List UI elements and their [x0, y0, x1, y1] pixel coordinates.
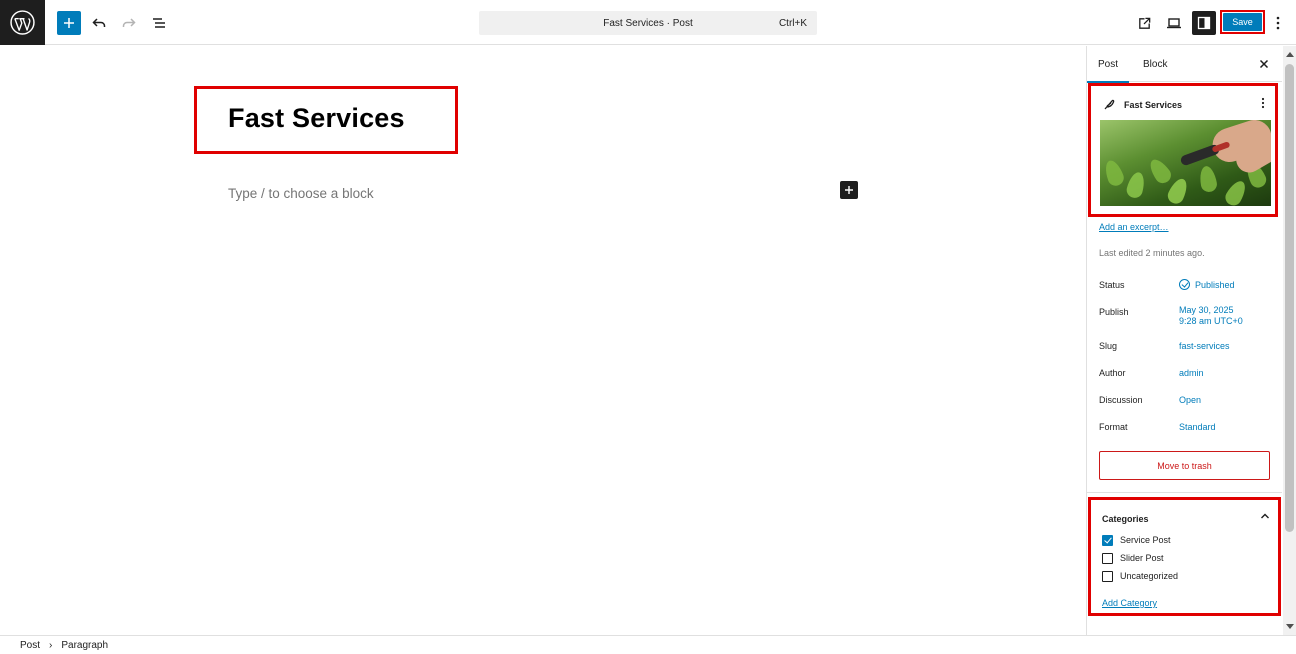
view-post-button[interactable]: [1132, 11, 1156, 35]
author-value[interactable]: admin: [1179, 368, 1204, 378]
undo-button[interactable]: [87, 11, 111, 35]
block-inserter-button[interactable]: [57, 11, 81, 35]
breadcrumb-item-post[interactable]: Post: [20, 640, 40, 651]
category-label: Uncategorized: [1120, 571, 1179, 581]
publish-date: May 30, 2025: [1179, 305, 1234, 315]
add-block-button[interactable]: [840, 181, 858, 199]
block-breadcrumb: Post › Paragraph: [0, 635, 1296, 654]
categories-panel-title[interactable]: Categories: [1102, 514, 1149, 524]
shortcut-hint: Ctrl+K: [778, 17, 807, 29]
document-title: Fast Services · Post: [603, 17, 693, 29]
scroll-thumb[interactable]: [1285, 64, 1294, 532]
external-link-icon: [1138, 17, 1150, 29]
settings-toggle-button[interactable]: [1192, 11, 1216, 35]
desktop-preview-icon: [1167, 18, 1181, 29]
breadcrumb-item-paragraph[interactable]: Paragraph: [61, 640, 108, 651]
panel-divider: [1087, 492, 1282, 493]
block-placeholder[interactable]: Type / to choose a block: [228, 186, 374, 201]
post-actions-button[interactable]: [1257, 96, 1269, 110]
post-title[interactable]: Fast Services: [228, 103, 405, 134]
post-type-icon: [1103, 97, 1115, 110]
move-to-trash-button[interactable]: Move to trash: [1099, 451, 1270, 480]
category-checkbox[interactable]: [1102, 570, 1113, 582]
save-button[interactable]: Save: [1223, 13, 1262, 31]
editor-canvas[interactable]: Fast Services Type / to choose a block: [0, 46, 1086, 635]
sidebar-icon: [1197, 16, 1211, 30]
category-item[interactable]: Slider Post: [1102, 552, 1164, 564]
wordpress-logo-button[interactable]: [0, 0, 45, 45]
category-label: Slider Post: [1120, 553, 1164, 563]
leaf-shape: [1197, 164, 1219, 194]
plus-icon: [845, 186, 853, 194]
close-icon: [1259, 59, 1269, 69]
scroll-up-arrow[interactable]: [1286, 52, 1294, 57]
status-value[interactable]: Published: [1179, 279, 1235, 290]
command-palette-bar[interactable]: Fast Services · Post Ctrl+K: [479, 11, 817, 35]
format-value[interactable]: Standard: [1179, 422, 1216, 432]
redo-icon: [122, 18, 136, 27]
slug-value[interactable]: fast-services: [1179, 341, 1230, 351]
post-summary-panel: Fast Services: [1088, 83, 1278, 217]
chevron-right-icon: ›: [49, 639, 53, 651]
leaf-shape: [1222, 177, 1250, 206]
add-category-link[interactable]: Add Category: [1102, 598, 1157, 608]
undo-icon: [92, 18, 106, 27]
leaf-shape: [1124, 170, 1148, 200]
options-menu-button[interactable]: [1266, 11, 1290, 35]
format-label: Format: [1099, 422, 1128, 432]
editor-header: Fast Services · Post Ctrl+K Save: [0, 0, 1296, 45]
slug-label: Slug: [1099, 341, 1118, 351]
document-overview-button[interactable]: [147, 11, 171, 35]
categories-panel: Categories Service Post Slider Post Unca…: [1088, 497, 1281, 616]
status-text: Published: [1195, 280, 1235, 290]
category-item[interactable]: Service Post: [1102, 534, 1171, 546]
status-label: Status: [1099, 280, 1125, 290]
feather-icon: [1104, 99, 1115, 110]
plus-icon: [64, 18, 74, 28]
more-vertical-icon: [1276, 16, 1280, 30]
publish-time: 9:28 am UTC+0: [1179, 316, 1243, 326]
list-view-icon: [153, 18, 165, 28]
tab-block[interactable]: Block: [1143, 46, 1167, 82]
more-vertical-icon: [1261, 97, 1265, 109]
featured-image[interactable]: [1100, 120, 1271, 206]
collapse-panel-button[interactable]: [1259, 509, 1271, 521]
settings-sidebar: Post Block Fast Services Add an excerpt……: [1086, 46, 1282, 635]
published-check-icon: [1179, 279, 1190, 290]
publish-date-value[interactable]: May 30, 2025 9:28 am UTC+0: [1179, 305, 1243, 327]
save-button-highlight: Save: [1220, 10, 1265, 34]
category-checkbox[interactable]: [1102, 552, 1113, 564]
post-summary-title: Fast Services: [1124, 100, 1183, 110]
sidebar-scrollbar[interactable]: [1283, 46, 1296, 635]
discussion-value[interactable]: Open: [1179, 395, 1201, 405]
author-label: Author: [1099, 368, 1126, 378]
close-sidebar-button[interactable]: [1257, 57, 1271, 71]
publish-label: Publish: [1099, 307, 1129, 317]
category-item[interactable]: Uncategorized: [1102, 570, 1178, 582]
sidebar-tabs: Post Block: [1087, 46, 1282, 83]
scroll-down-arrow[interactable]: [1286, 624, 1294, 629]
wordpress-icon: [10, 10, 35, 35]
chevron-up-icon: [1261, 513, 1269, 519]
last-edited-text: Last edited 2 minutes ago.: [1099, 248, 1205, 258]
leaf-shape: [1102, 158, 1126, 188]
tab-post[interactable]: Post: [1087, 46, 1130, 83]
preview-button[interactable]: [1162, 11, 1186, 35]
add-excerpt-link[interactable]: Add an excerpt…: [1099, 222, 1169, 232]
category-label: Service Post: [1120, 535, 1171, 545]
redo-button[interactable]: [117, 11, 141, 35]
category-checkbox-checked[interactable]: [1102, 534, 1113, 546]
leaf-shape: [1145, 155, 1175, 187]
discussion-label: Discussion: [1099, 395, 1143, 405]
